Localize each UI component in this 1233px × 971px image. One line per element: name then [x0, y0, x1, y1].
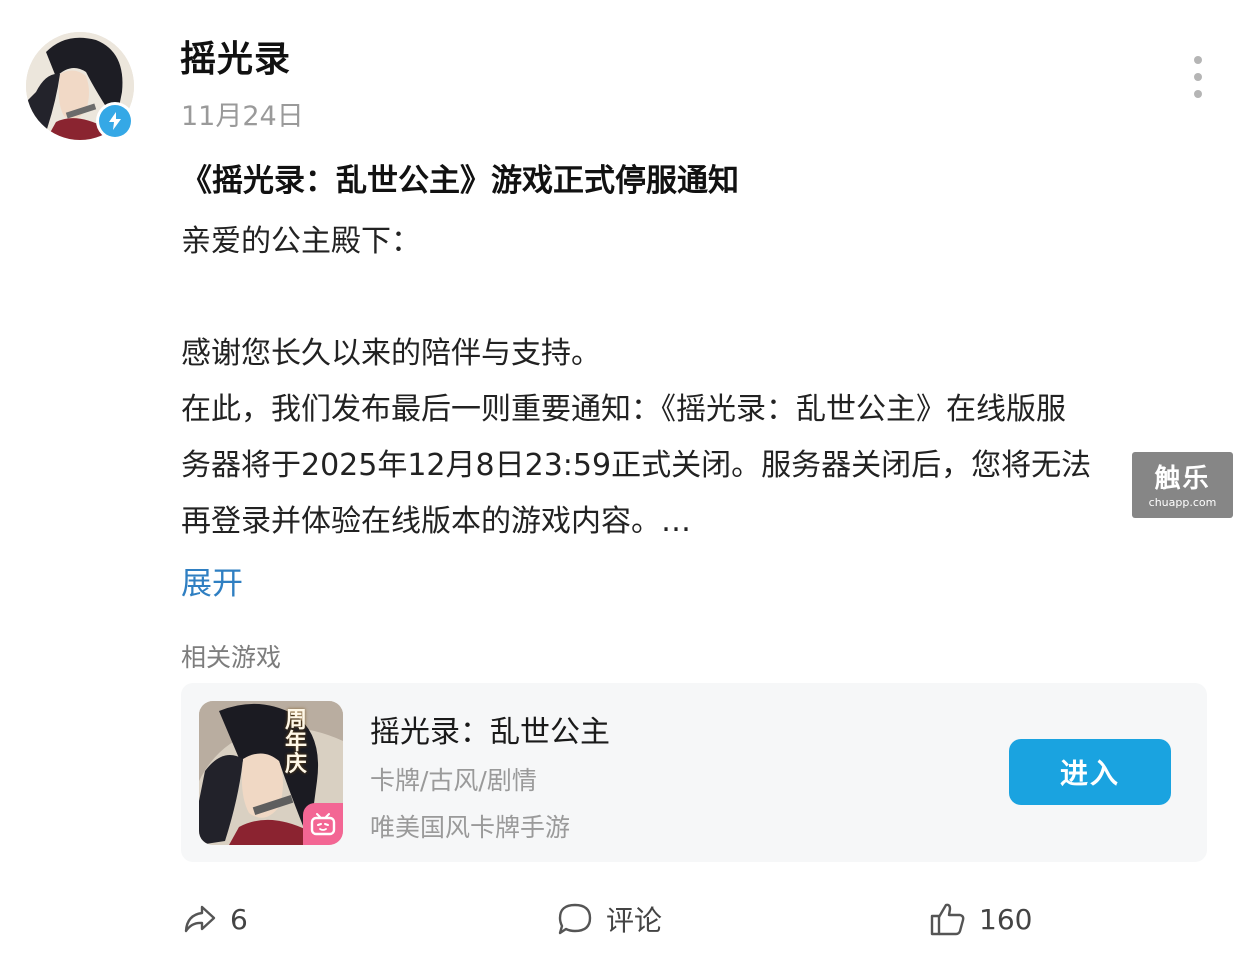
- lightning-icon: [109, 112, 121, 130]
- author-name[interactable]: 摇光录: [180, 30, 291, 82]
- like-count: 160: [979, 902, 1033, 936]
- like-button[interactable]: 160: [929, 896, 1032, 942]
- thumbs-up-icon: [930, 903, 965, 936]
- verified-badge: [96, 102, 134, 140]
- share-icon: [184, 905, 216, 933]
- share-button[interactable]: 6: [182, 896, 248, 942]
- enter-game-button[interactable]: 进入: [1009, 739, 1171, 805]
- body-line: 再登录并体验在线版本的游戏内容。…: [181, 504, 691, 539]
- comment-label: 评论: [606, 904, 663, 937]
- body-line: 感谢您长久以来的陪伴与支持。: [181, 336, 601, 371]
- more-options-button[interactable]: [1183, 56, 1213, 98]
- comment-button[interactable]: 评论: [556, 896, 662, 942]
- related-game-card[interactable]: 周年庆 摇光录：乱世公主 卡牌/古风/剧情 唯美国风卡牌手游 进入: [181, 683, 1207, 862]
- game-name[interactable]: 摇光录：乱世公主: [370, 707, 610, 751]
- post-body: 亲爱的公主殿下： 感谢您长久以来的陪伴与支持。 在此，我们发布最后一则重要通知：…: [181, 214, 1201, 550]
- comment-icon: [558, 903, 592, 935]
- more-vertical-icon: [1194, 56, 1202, 64]
- post-date: 11月24日: [181, 101, 304, 132]
- body-line: 亲爱的公主殿下：: [181, 224, 421, 259]
- watermark-logo: 触乐: [1154, 464, 1211, 494]
- watermark: 触乐 chuapp.com: [1132, 452, 1233, 518]
- post-title: 《摇光录：乱世公主》游戏正式停服通知: [181, 163, 739, 199]
- body-line: 在此，我们发布最后一则重要通知：《摇光录：乱世公主》在线版服: [181, 392, 1066, 427]
- game-tags: 卡牌/古风/剧情: [370, 766, 537, 795]
- share-count: 6: [230, 902, 248, 936]
- related-games-label: 相关游戏: [181, 643, 282, 672]
- body-line: 务器将于2025年12月8日23:59正式关闭。服务器关闭后，您将无法: [181, 448, 1092, 483]
- watermark-url: chuapp.com: [1148, 496, 1217, 509]
- game-icon[interactable]: 周年庆: [199, 701, 343, 845]
- expand-link[interactable]: 展开: [181, 558, 243, 603]
- bilibili-icon: [303, 803, 343, 845]
- game-description: 唯美国风卡牌手游: [370, 813, 571, 842]
- anniversary-overlay: 周年庆: [285, 707, 308, 777]
- body-blank-line: [181, 270, 1201, 326]
